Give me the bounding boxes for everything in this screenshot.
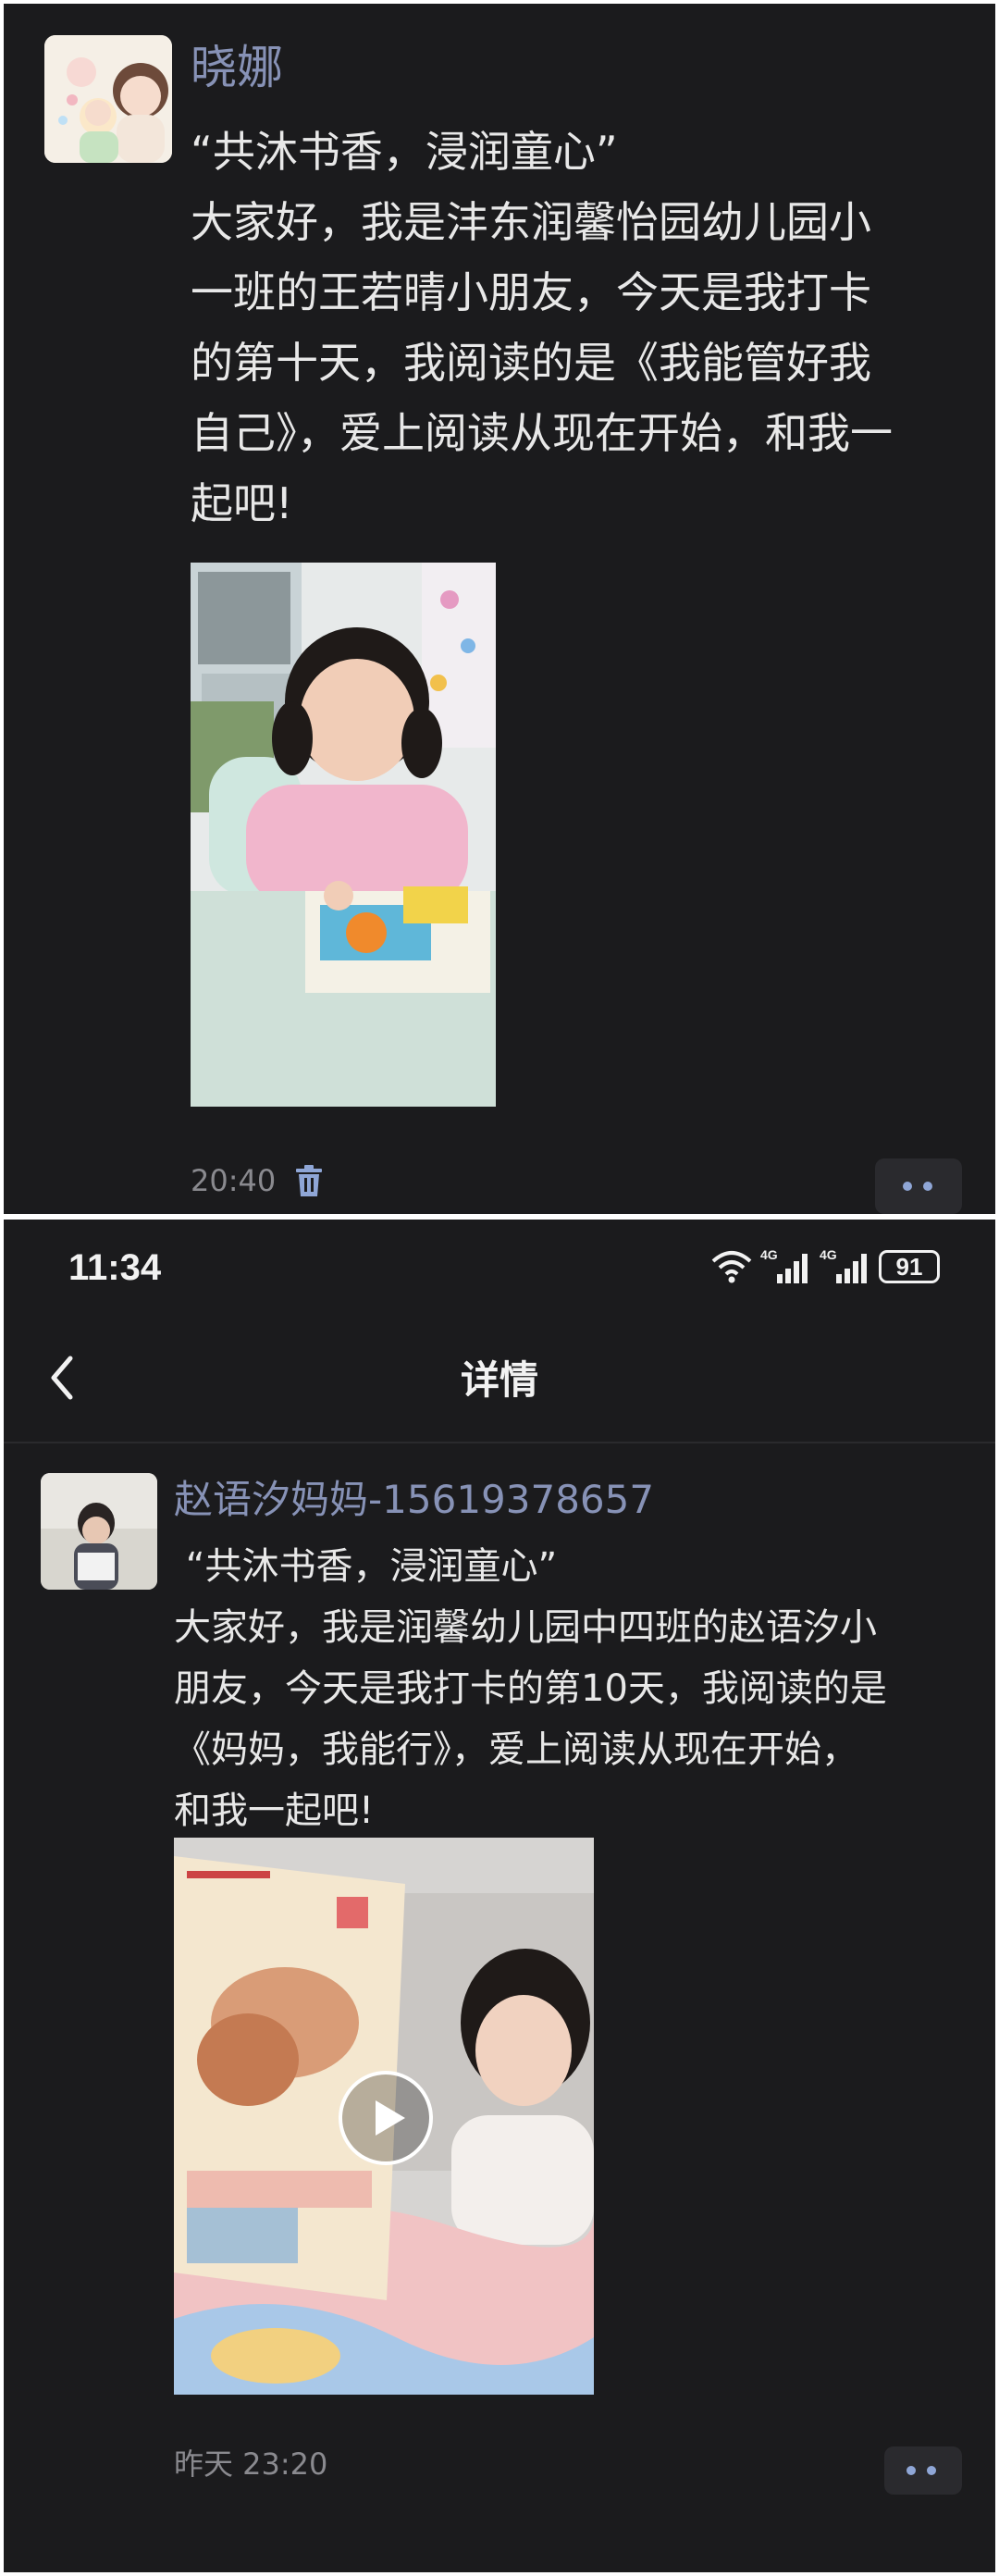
detail-screen: 11:34 4G 4G 91 详情 赵语汐妈妈-15619378657 “共沐书… [4,1220,995,2572]
page-title: 详情 [460,1357,538,1403]
post-photo[interactable] [191,563,496,1107]
wifi-icon [711,1251,752,1283]
post-time: 昨天 23:20 [174,2446,328,2482]
signal-icon: 4G [820,1247,867,1283]
post-video[interactable] [174,1838,594,2395]
signal-icon: 4G [760,1247,808,1283]
post-body: “共沐书香，浸润童心” 大家好，我是沣东润馨怡园幼儿园小 一班的王若晴小朋友，今… [191,127,893,528]
divider [4,1442,995,1443]
post-text: “共沐书香，浸润童心” 大家好，我是润馨幼儿园中四班的赵语汐小 朋友，今天是我打… [174,1536,969,1841]
battery-icon: 91 [879,1250,940,1283]
post-card-1: 晓娜 “共沐书香，浸润童心” 大家好，我是沣东润馨怡园幼儿园小 一班的王若晴小朋… [4,4,995,1214]
post-time: 20:40 [191,1163,277,1198]
play-icon[interactable] [337,2069,435,2167]
more-dots-icon[interactable] [884,2446,962,2495]
trash-icon[interactable] [290,1162,327,1199]
avatar[interactable] [44,35,172,163]
status-bar: 11:34 4G 4G 91 [4,1220,995,1312]
nav-bar: 详情 [4,1312,995,1442]
status-time: 11:34 [68,1247,162,1288]
author-name[interactable]: 赵语汐妈妈-15619378657 [174,1473,654,1527]
post-body: “共沐书香，浸润童心” 大家好，我是润馨幼儿园中四班的赵语汐小 朋友，今天是我打… [174,1545,887,1832]
avatar[interactable] [41,1473,157,1590]
battery-level: 91 [895,1252,923,1281]
post-text: “共沐书香，浸润童心” 大家好，我是沣东润馨怡园幼儿园小 一班的王若晴小朋友，今… [191,117,958,539]
more-dots-icon[interactable] [875,1158,962,1214]
network-label: 4G [820,1247,837,1262]
network-label: 4G [760,1247,778,1262]
author-name[interactable]: 晓娜 [191,35,283,100]
status-icons: 4G 4G 91 [710,1245,940,1288]
